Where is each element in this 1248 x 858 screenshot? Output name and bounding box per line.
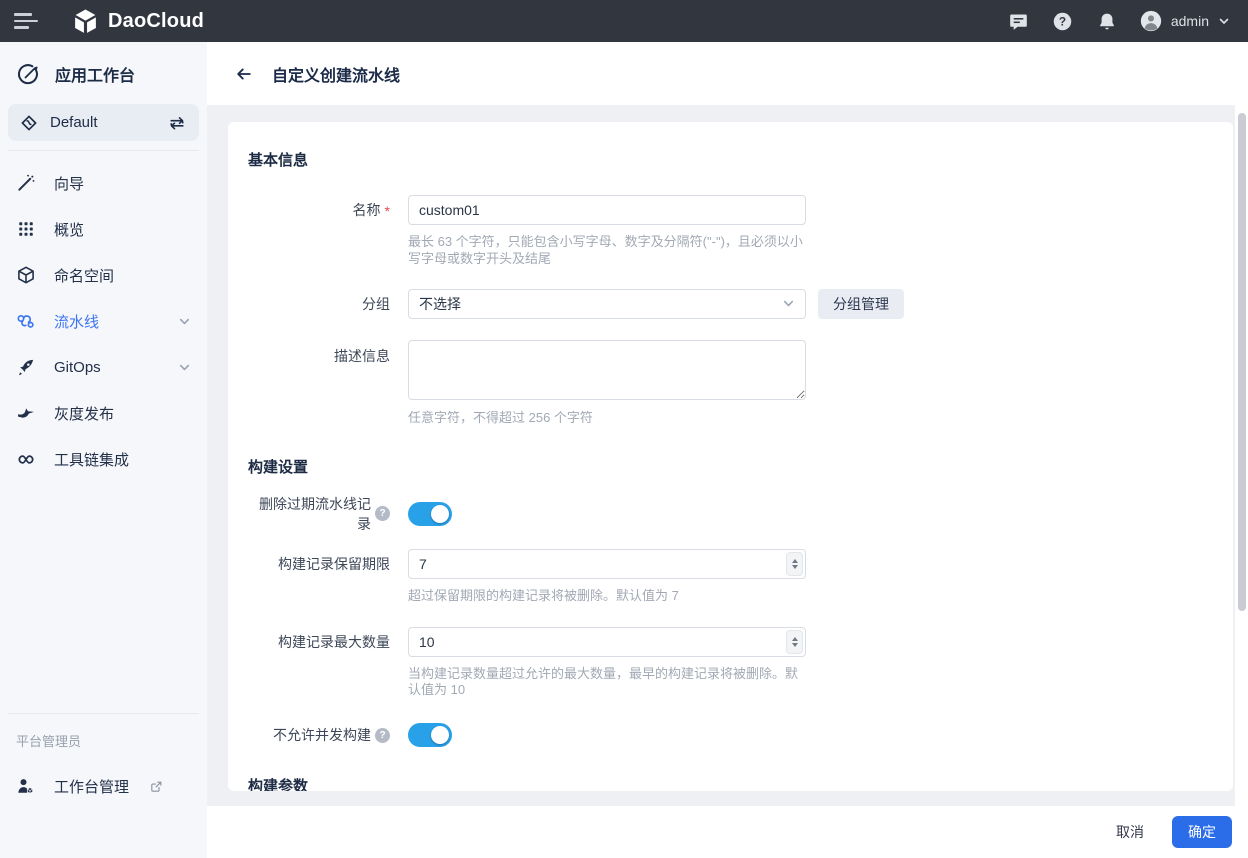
- scrollbar-thumb[interactable]: [1238, 113, 1246, 611]
- max-records-label: 构建记录最大数量: [248, 627, 390, 657]
- delete-expired-toggle[interactable]: [408, 502, 452, 526]
- group-select[interactable]: 不选择: [408, 289, 806, 319]
- help-icon[interactable]: ?: [1052, 10, 1074, 32]
- no-concurrent-toggle[interactable]: [408, 723, 452, 747]
- wand-icon: [16, 173, 36, 193]
- user-name: admin: [1171, 13, 1209, 29]
- group-select-value: 不选择: [419, 294, 461, 314]
- group-manage-button[interactable]: 分组管理: [818, 289, 904, 319]
- role-section-label: 平台管理员: [0, 723, 207, 766]
- description-textarea[interactable]: [408, 340, 806, 400]
- infinity-icon: [16, 449, 36, 469]
- chevron-down-icon[interactable]: [178, 315, 191, 328]
- content-area: 基本信息 名称* 最长 63 个字符，只能包含小写字母、数字及分隔符("-")，…: [207, 105, 1248, 806]
- workspace-name: Default: [50, 114, 98, 131]
- retention-hint: 超过保留期限的构建记录将被删除。默认值为 7: [408, 588, 806, 605]
- sidebar-item-label: 工具链集成: [54, 449, 129, 470]
- section-basic-info: 基本信息: [248, 149, 1213, 170]
- brand-name: DaoCloud: [108, 10, 204, 33]
- name-label: 名称*: [248, 195, 390, 225]
- workspace-icon: [20, 114, 38, 132]
- admin-person-cube-icon: [16, 776, 36, 796]
- sidebar-item-label: 工作台管理: [54, 776, 129, 797]
- switch-workspace-icon[interactable]: [167, 113, 187, 133]
- brand-logo: DaoCloud: [72, 8, 204, 35]
- grid-dots-icon: [16, 219, 36, 239]
- name-field-row: 名称* 最长 63 个字符，只能包含小写字母、数字及分隔符("-")，且必须以小…: [248, 195, 1213, 268]
- menu-icon[interactable]: [14, 8, 44, 34]
- sidebar-item-label: 命名空间: [54, 265, 114, 286]
- bell-icon[interactable]: [1096, 10, 1118, 32]
- sidebar-bottom: 平台管理员 工作台管理: [0, 704, 207, 858]
- sidebar-item-workbench-management[interactable]: 工作台管理: [0, 766, 207, 806]
- sidebar-item-label: 流水线: [54, 311, 99, 332]
- sidebar-item-overview[interactable]: 概览: [0, 206, 207, 252]
- max-records-hint: 当构建记录数量超过允许的最大数量，最早的构建记录将被删除。默认值为 10: [408, 666, 806, 700]
- rocket-icon: [16, 357, 36, 377]
- no-concurrent-label: 不允许并发构建 ?: [248, 723, 390, 747]
- description-label: 描述信息: [248, 340, 390, 427]
- bird-icon: [16, 403, 36, 423]
- max-records-input[interactable]: [408, 627, 806, 657]
- group-label: 分组: [248, 289, 390, 319]
- back-arrow-icon[interactable]: [234, 64, 254, 84]
- sidebar-item-label: 概览: [54, 219, 84, 240]
- page-header: 自定义创建流水线: [207, 42, 1248, 105]
- workbench-icon: [16, 61, 42, 87]
- sidebar-divider: [8, 150, 199, 151]
- sidebar-item-wizard[interactable]: 向导: [0, 160, 207, 206]
- description-hint: 任意字符，不得超过 256 个字符: [408, 410, 806, 427]
- no-concurrent-row: 不允许并发构建 ?: [248, 723, 1213, 747]
- footer-actions: 取消 确定: [207, 806, 1248, 858]
- cube-icon: [16, 265, 36, 285]
- top-bar: DaoCloud ? admin: [0, 0, 1248, 42]
- name-hint: 最长 63 个字符，只能包含小写字母、数字及分隔符("-")，且必须以小写字母或…: [408, 234, 806, 268]
- section-build-params: 构建参数: [248, 775, 1213, 791]
- sidebar-item-label: GitOps: [54, 359, 101, 376]
- number-stepper[interactable]: [786, 630, 803, 654]
- cancel-button[interactable]: 取消: [1116, 822, 1144, 842]
- retention-field-row: 构建记录保留期限 超过保留期限的构建记录将被删除。默认值为 7: [248, 549, 1213, 605]
- page-title: 自定义创建流水线: [272, 62, 400, 86]
- pipeline-icon: [16, 311, 36, 331]
- external-link-icon: [149, 779, 164, 794]
- sidebar-item-pipeline[interactable]: 流水线: [0, 298, 207, 344]
- required-mark: *: [385, 203, 390, 219]
- avatar-icon: [1140, 10, 1162, 32]
- svg-text:?: ?: [1059, 14, 1066, 28]
- daocloud-logo-icon: [72, 8, 99, 35]
- section-build-settings: 构建设置: [248, 456, 1213, 477]
- workspace-header-label: 应用工作台: [55, 62, 135, 86]
- help-circle-icon[interactable]: ?: [375, 506, 390, 521]
- sidebar: 应用工作台 Default 向导 概览: [0, 42, 207, 858]
- chevron-down-icon: [782, 297, 795, 310]
- chevron-down-icon: [1218, 15, 1230, 27]
- retention-label: 构建记录保留期限: [248, 549, 390, 579]
- sidebar-item-label: 灰度发布: [54, 403, 114, 424]
- chevron-down-icon[interactable]: [178, 361, 191, 374]
- sidebar-item-gitops[interactable]: GitOps: [0, 344, 207, 390]
- message-icon[interactable]: [1008, 10, 1030, 32]
- max-records-field-row: 构建记录最大数量 当构建记录数量超过允许的最大数量，最早的构建记录将被删除。默认…: [248, 627, 1213, 700]
- delete-expired-label: 删除过期流水线记录 ?: [248, 502, 390, 526]
- scrollbar-track[interactable]: [1235, 105, 1248, 806]
- sidebar-item-toolchain[interactable]: 工具链集成: [0, 436, 207, 482]
- user-menu[interactable]: admin: [1140, 10, 1230, 32]
- name-input[interactable]: [408, 195, 806, 225]
- number-stepper[interactable]: [786, 552, 803, 576]
- delete-expired-row: 删除过期流水线记录 ?: [248, 502, 1213, 526]
- sidebar-item-label: 向导: [54, 173, 84, 194]
- confirm-button[interactable]: 确定: [1172, 816, 1232, 848]
- retention-input[interactable]: [408, 549, 806, 579]
- sidebar-item-gray-release[interactable]: 灰度发布: [0, 390, 207, 436]
- sidebar-divider: [8, 713, 199, 714]
- sidebar-item-namespace[interactable]: 命名空间: [0, 252, 207, 298]
- description-field-row: 描述信息 任意字符，不得超过 256 个字符: [248, 340, 1213, 427]
- workspace-header: 应用工作台: [0, 42, 207, 100]
- group-field-row: 分组 不选择 分组管理: [248, 289, 1213, 319]
- help-circle-icon[interactable]: ?: [375, 728, 390, 743]
- workspace-selector[interactable]: Default: [8, 104, 199, 141]
- form-card: 基本信息 名称* 最长 63 个字符，只能包含小写字母、数字及分隔符("-")，…: [228, 122, 1233, 791]
